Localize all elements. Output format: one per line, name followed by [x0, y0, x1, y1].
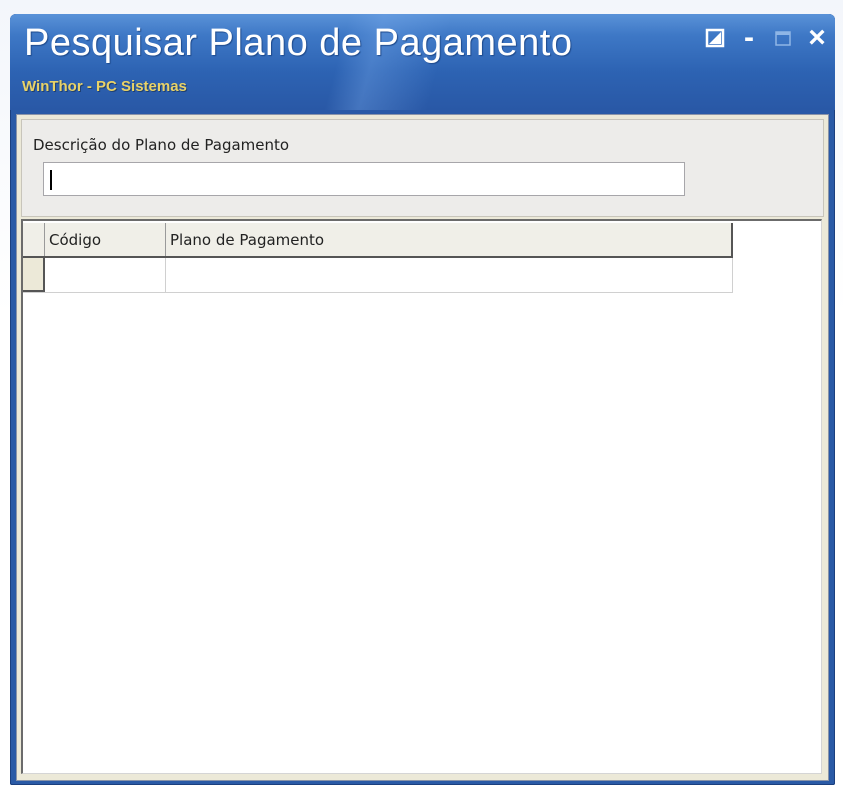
window-client-area: Descrição do Plano de Pagamento Código P… [16, 114, 829, 781]
results-grid: Código Plano de Pagamento [23, 223, 733, 293]
row-indicator[interactable] [23, 258, 45, 292]
payment-plan-description-input[interactable] [43, 162, 685, 196]
title-bar[interactable]: Pesquisar Plano de Pagamento WinThor - P… [10, 14, 835, 110]
search-payment-plan-window: Pesquisar Plano de Pagamento WinThor - P… [10, 14, 835, 785]
window-subtitle: WinThor - PC Sistemas [22, 78, 187, 95]
results-grid-area[interactable]: Código Plano de Pagamento [21, 219, 822, 774]
column-header-code[interactable]: Código [45, 223, 166, 256]
table-row[interactable] [23, 258, 733, 293]
payment-plan-description-label: Descrição do Plano de Pagamento [33, 136, 290, 154]
cell-code[interactable] [45, 258, 166, 292]
window-controls: - × [703, 21, 829, 54]
grid-header: Código Plano de Pagamento [23, 223, 733, 258]
restore-button[interactable] [703, 26, 727, 50]
text-caret [50, 170, 52, 190]
maximize-button[interactable] [771, 26, 795, 50]
filter-panel: Descrição do Plano de Pagamento [21, 119, 824, 217]
close-icon: × [808, 21, 826, 54]
window-title: Pesquisar Plano de Pagamento [24, 22, 573, 64]
close-button[interactable]: × [805, 21, 829, 54]
resize-icon [705, 28, 725, 48]
minimize-button[interactable]: - [737, 21, 761, 54]
maximize-icon [775, 31, 791, 46]
minimize-icon: - [744, 21, 754, 54]
grid-header-indicator [23, 223, 45, 256]
column-header-payment-plan[interactable]: Plano de Pagamento [166, 223, 731, 256]
cell-payment-plan[interactable] [166, 258, 731, 292]
